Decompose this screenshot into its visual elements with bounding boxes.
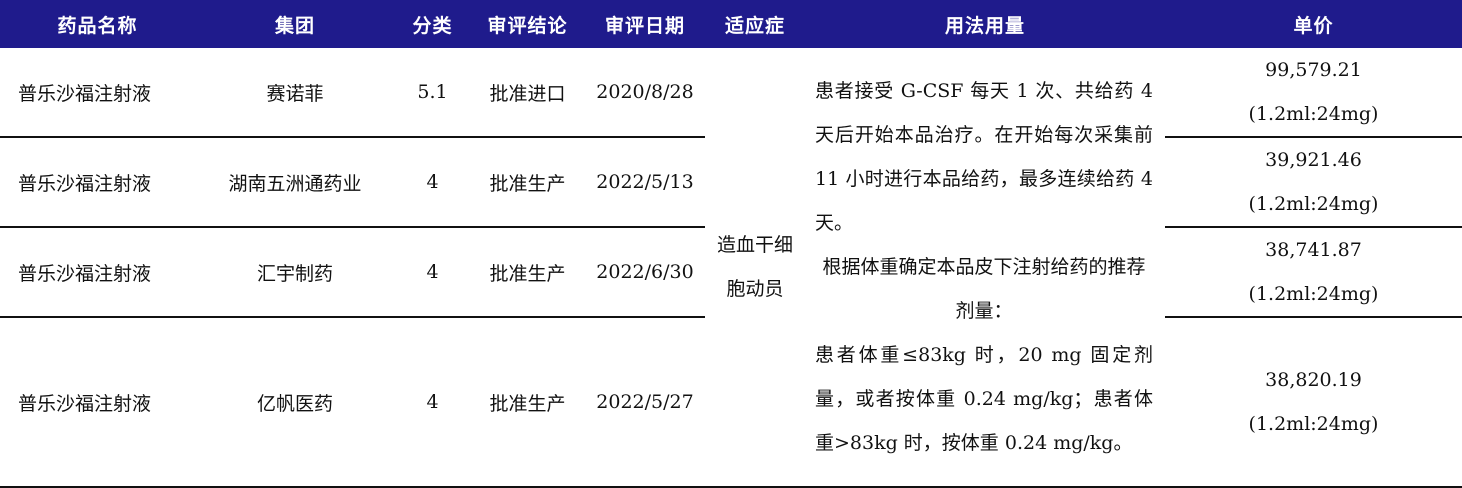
price-spec: (1.2ml:24mg) xyxy=(1248,103,1379,125)
table-row: 普乐沙福注射液 赛诺菲 5.1 批准进口 2020/8/28 造血干细 胞动员 … xyxy=(0,48,1462,488)
drug-name-cell: 普乐沙福注射液 xyxy=(0,48,195,138)
group-cell: 汇宇制药 xyxy=(195,227,395,318)
indication-line-2: 胞动员 xyxy=(726,278,784,300)
header-conclusion: 审评结论 xyxy=(470,0,585,48)
price-spec: (1.2ml:24mg) xyxy=(1248,283,1379,305)
indication-line-1: 造血干细 xyxy=(716,234,793,256)
class-cell: 4 xyxy=(395,137,470,228)
drug-name-cell: 普乐沙福注射液 xyxy=(0,227,195,318)
header-price: 单价 xyxy=(1165,0,1462,48)
date-cell: 2022/5/27 xyxy=(585,317,705,488)
drug-name-cell: 普乐沙福注射液 xyxy=(0,137,195,228)
price-cell: 99,579.21 (1.2ml:24mg) xyxy=(1165,48,1462,138)
price-value: 38,741.87 xyxy=(1265,239,1362,261)
header-row: 药品名称 集团 分类 审评结论 审评日期 适应症 用法用量 单价 xyxy=(0,0,1462,48)
conclusion-cell: 批准进口 xyxy=(470,48,585,138)
drug-approval-table: 药品名称 集团 分类 审评结论 审评日期 适应症 用法用量 单价 普乐沙福注射液… xyxy=(0,0,1462,488)
date-cell: 2022/5/13 xyxy=(585,137,705,228)
header-date: 审评日期 xyxy=(585,0,705,48)
conclusion-cell: 批准生产 xyxy=(470,317,585,488)
price-value: 39,921.46 xyxy=(1265,149,1362,171)
date-cell: 2022/6/30 xyxy=(585,227,705,318)
price-value: 99,579.21 xyxy=(1265,59,1362,81)
usage-paragraph-1: 患者接受 G-CSF 每天 1 次、共给药 4 天后开始本品治疗。在开始每次采集… xyxy=(815,80,1153,234)
price-value: 38,820.19 xyxy=(1265,369,1362,391)
header-indication: 适应症 xyxy=(705,0,805,48)
price-spec: (1.2ml:24mg) xyxy=(1248,193,1379,215)
price-cell: 38,741.87 (1.2ml:24mg) xyxy=(1165,227,1462,318)
header-usage: 用法用量 xyxy=(805,0,1165,48)
class-cell: 4 xyxy=(395,227,470,318)
date-cell: 2020/8/28 xyxy=(585,48,705,138)
group-cell: 亿帆医药 xyxy=(195,317,395,488)
class-cell: 5.1 xyxy=(395,48,470,138)
drug-name-cell: 普乐沙福注射液 xyxy=(0,317,195,488)
conclusion-cell: 批准生产 xyxy=(470,227,585,318)
indication-cell: 造血干细 胞动员 xyxy=(705,48,805,488)
usage-paragraph-2: 根据体重确定本品皮下注射给药的推荐剂量： xyxy=(822,256,1146,322)
class-cell: 4 xyxy=(395,317,470,488)
header-group: 集团 xyxy=(195,0,395,48)
header-drug-name: 药品名称 xyxy=(0,0,195,48)
price-cell: 39,921.46 (1.2ml:24mg) xyxy=(1165,137,1462,228)
price-spec: (1.2ml:24mg) xyxy=(1248,413,1379,435)
group-cell: 赛诺菲 xyxy=(195,48,395,138)
usage-cell: 患者接受 G-CSF 每天 1 次、共给药 4 天后开始本品治疗。在开始每次采集… xyxy=(805,48,1165,488)
usage-paragraph-3: 患者体重≤83kg 时，20 mg 固定剂量，或者按体重 0.24 mg/kg；… xyxy=(815,344,1153,454)
price-cell: 38,820.19 (1.2ml:24mg) xyxy=(1165,317,1462,488)
group-cell: 湖南五洲通药业 xyxy=(195,137,395,228)
conclusion-cell: 批准生产 xyxy=(470,137,585,228)
header-class: 分类 xyxy=(395,0,470,48)
